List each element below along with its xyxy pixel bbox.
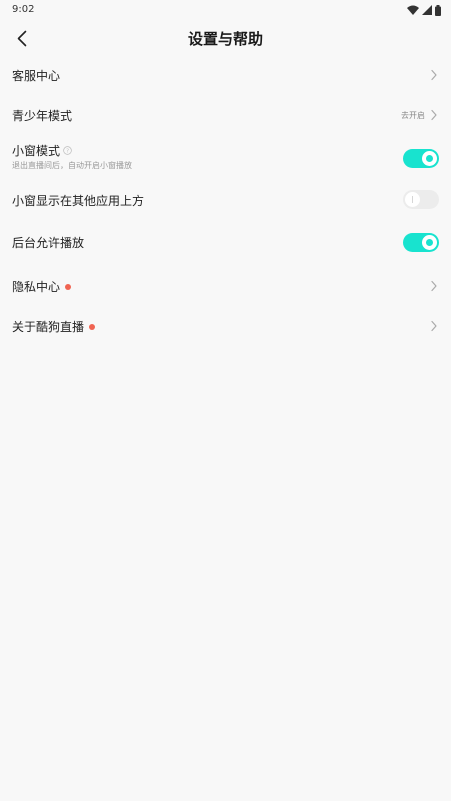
signal-icon [422,5,432,15]
chevron-right-icon [431,320,437,332]
status-bar: 9:02 [0,0,451,20]
teen-mode-value: 去开启 [401,111,425,120]
toggle-knob [405,192,420,207]
status-icons [407,4,441,16]
mini-window-description: 退出直播间后，自动开启小窗播放 [12,161,132,170]
mini-window-toggle[interactable] [403,149,439,168]
notification-dot [89,323,96,330]
chevron-right-icon [431,109,437,121]
row-label: 小窗显示在其他应用上方 [12,194,145,208]
row-label: 小窗模式 ? [12,142,72,159]
chevron-right-icon [431,280,437,292]
privacy-label: 隐私中心 [12,280,61,294]
settings-row-customer-service[interactable]: 客服中心 [0,55,451,95]
toggle-knob [422,151,437,166]
battery-icon [435,4,441,16]
toggle-knob [422,235,437,250]
status-time: 9:02 [12,4,35,15]
row-label: 后台允许播放 [12,236,85,250]
page-title: 设置与帮助 [187,30,263,48]
row-label: 青少年模式 [12,109,73,123]
wifi-icon [407,5,419,15]
about-label: 关于酷狗直播 [12,320,85,334]
row-label: 隐私中心 [12,278,72,295]
overlay-toggle[interactable] [403,190,439,209]
svg-text:?: ? [66,149,69,155]
notification-dot [65,283,72,290]
row-label: 客服中心 [12,69,61,83]
background-play-toggle[interactable] [403,233,439,252]
settings-row-privacy[interactable]: 隐私中心 [0,266,451,306]
help-icon[interactable]: ? [63,146,72,155]
settings-row-teen-mode[interactable]: 青少年模式 去开启 [0,95,451,135]
settings-row-about[interactable]: 关于酷狗直播 [0,306,451,346]
header: 设置与帮助 [0,22,451,54]
chevron-right-icon [431,69,437,81]
settings-row-overlay: 小窗显示在其他应用上方 [0,180,451,220]
mini-window-label: 小窗模式 [12,144,61,158]
settings-row-mini-window: 小窗模式 ? 退出直播间后，自动开启小窗播放 [0,138,451,180]
settings-row-background-play: 后台允许播放 [0,222,451,262]
row-label: 关于酷狗直播 [12,318,96,335]
